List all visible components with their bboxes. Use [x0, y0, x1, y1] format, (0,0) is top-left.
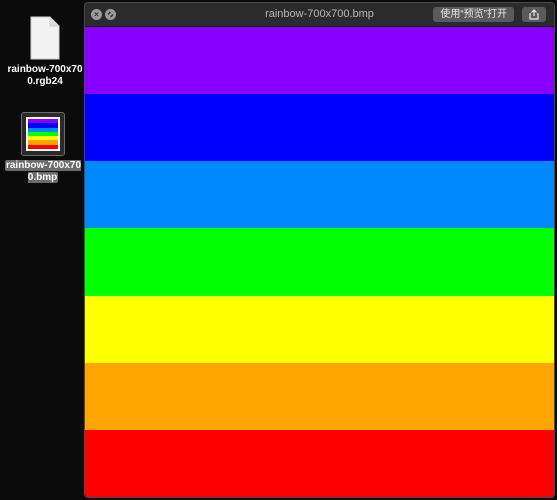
- rainbow-image-preview: [85, 27, 554, 497]
- share-icon: [529, 9, 539, 20]
- thumbnail-stripe: [28, 144, 58, 149]
- fullscreen-icon[interactable]: [105, 9, 116, 20]
- file-label: rainbow-700x700.rgb24: [7, 64, 83, 87]
- desktop-file-rgb24[interactable]: rainbow-700x700.rgb24: [5, 16, 85, 88]
- thumbnail-preview: [26, 117, 60, 151]
- quick-look-window: × rainbow-700x700.bmp 使用“预览”打开: [84, 2, 555, 498]
- rainbow-stripe: [85, 27, 554, 95]
- document-icon: [30, 16, 60, 60]
- image-thumbnail-icon: [21, 112, 65, 156]
- rainbow-stripe: [85, 429, 554, 497]
- close-icon[interactable]: ×: [91, 9, 102, 20]
- file-label: rainbow-700x700.bmp: [4, 160, 82, 183]
- rainbow-stripe: [85, 228, 554, 296]
- rainbow-stripe: [85, 94, 554, 162]
- rainbow-stripe: [85, 362, 554, 430]
- desktop: rainbow-700x700.rgb24 rainbow-700x700.bm…: [0, 0, 557, 500]
- rainbow-stripe: [85, 161, 554, 229]
- rainbow-stripe: [85, 295, 554, 363]
- share-button[interactable]: [522, 7, 546, 22]
- window-titlebar[interactable]: × rainbow-700x700.bmp 使用“预览”打开: [85, 3, 554, 27]
- open-with-preview-button[interactable]: 使用“预览”打开: [433, 7, 514, 22]
- desktop-file-bmp[interactable]: rainbow-700x700.bmp: [3, 112, 83, 184]
